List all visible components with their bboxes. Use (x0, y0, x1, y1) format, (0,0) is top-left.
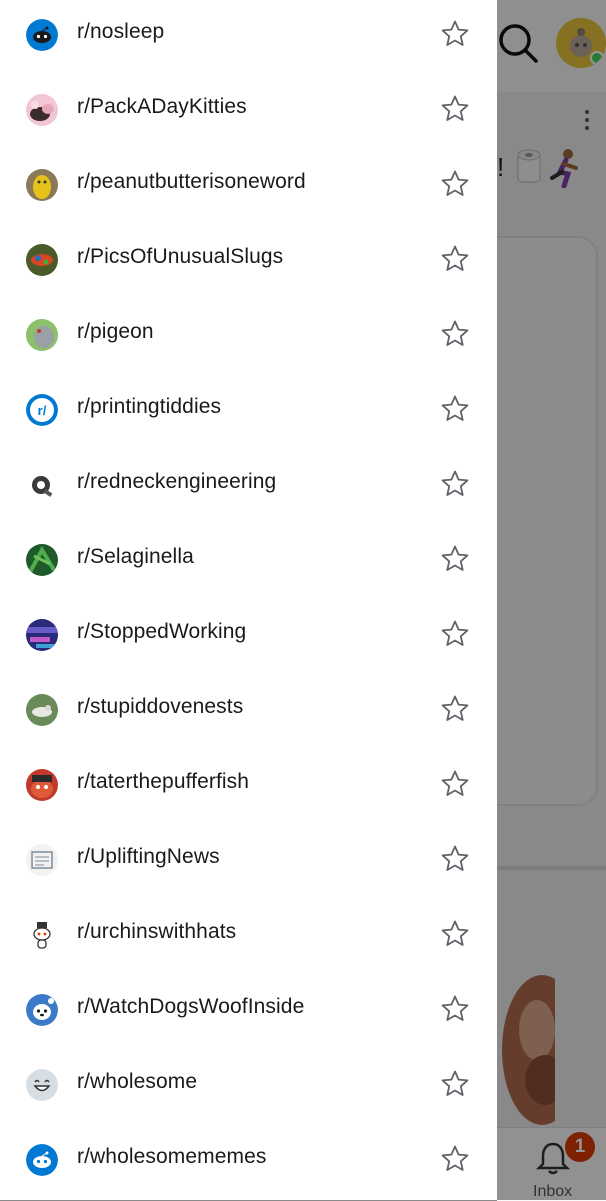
reddit-snoo-dark-icon (26, 19, 58, 51)
community-row-upliftingnews[interactable]: r/UpliftingNews (0, 825, 497, 900)
peanut-character-icon (26, 169, 58, 201)
reddit-snoo-blue-icon (26, 1144, 58, 1176)
pigeon-photo-icon (26, 319, 58, 351)
favorite-star-icon[interactable] (440, 994, 470, 1024)
slug-photo-icon (26, 244, 58, 276)
favorite-star-icon[interactable] (440, 394, 470, 424)
kitten-photo-icon (26, 94, 58, 126)
community-row-stoppedworking[interactable]: r/StoppedWorking (0, 600, 497, 675)
favorite-star-icon[interactable] (440, 844, 470, 874)
community-row-printingtiddies[interactable]: r/ r/printingtiddies (0, 375, 497, 450)
community-row-packadaykitties[interactable]: r/PackADayKitties (0, 75, 497, 150)
community-name: r/printingtiddies (77, 395, 222, 418)
favorite-star-icon[interactable] (440, 769, 470, 799)
favorite-star-icon[interactable] (440, 19, 470, 49)
pufferfish-photo-icon (26, 769, 58, 801)
community-row-watchdogswoofinside[interactable]: r/WatchDogsWoofInside (0, 975, 497, 1050)
favorite-star-icon[interactable] (440, 619, 470, 649)
community-name: r/redneckengineering (77, 470, 277, 493)
snoo-with-hat-icon (26, 919, 58, 951)
communities-drawer: r/nosleep r/PackADayKitties r/peanutbutt… (0, 0, 497, 1200)
favorite-star-icon[interactable] (440, 1144, 470, 1174)
glitch-photo-icon (26, 619, 58, 651)
smiley-face-icon (26, 1069, 58, 1101)
dove-nest-photo-icon (26, 694, 58, 726)
community-row-selaginella[interactable]: r/Selaginella (0, 525, 497, 600)
fern-photo-icon (26, 544, 58, 576)
community-name: r/nosleep (77, 20, 165, 43)
newspaper-sketch-icon (26, 844, 58, 876)
community-name: r/PicsOfUnusualSlugs (77, 245, 284, 268)
community-name: r/urchinswithhats (77, 920, 237, 943)
community-row-nosleep[interactable]: r/nosleep (0, 0, 497, 75)
community-row-redneckengineering[interactable]: r/redneckengineering (0, 450, 497, 525)
favorite-star-icon[interactable] (440, 1069, 470, 1099)
community-row-wholesomememes[interactable]: r/wholesomememes (0, 1125, 497, 1200)
favorite-star-icon[interactable] (440, 319, 470, 349)
community-row-taterthepufferfish[interactable]: r/taterthepufferfish (0, 750, 497, 825)
community-name: r/UpliftingNews (77, 845, 220, 868)
community-name: r/peanutbutterisoneword (77, 170, 306, 193)
community-row-picsofunusualslugs[interactable]: r/PicsOfUnusualSlugs (0, 225, 497, 300)
community-name: r/PackADayKitties (77, 95, 247, 118)
dog-snoo-icon (26, 994, 58, 1026)
community-name: r/Selaginella (77, 545, 194, 568)
community-name: r/WatchDogsWoofInside (77, 995, 305, 1018)
favorite-star-icon[interactable] (440, 469, 470, 499)
default-subreddit-icon: r/ (26, 394, 58, 426)
community-name: r/StoppedWorking (77, 620, 247, 643)
community-name: r/stupiddovenests (77, 695, 244, 718)
favorite-star-icon[interactable] (440, 544, 470, 574)
community-name: r/wholesomememes (77, 1145, 267, 1168)
favorite-star-icon[interactable] (440, 244, 470, 274)
community-row-urchinswithhats[interactable]: r/urchinswithhats (0, 900, 497, 975)
community-row-stupiddovenests[interactable]: r/stupiddovenests (0, 675, 497, 750)
community-row-peanutbutterisoneword[interactable]: r/peanutbutterisoneword (0, 150, 497, 225)
favorite-star-icon[interactable] (440, 169, 470, 199)
community-name: r/wholesome (77, 1070, 198, 1093)
community-row-wholesome[interactable]: r/wholesome (0, 1050, 497, 1125)
community-name: r/pigeon (77, 320, 154, 343)
favorite-star-icon[interactable] (440, 694, 470, 724)
community-name: r/taterthepufferfish (77, 770, 250, 793)
community-row-pigeon[interactable]: r/pigeon (0, 300, 497, 375)
favorite-star-icon[interactable] (440, 94, 470, 124)
svg-text:r/: r/ (38, 403, 47, 418)
favorite-star-icon[interactable] (440, 919, 470, 949)
duct-tape-icon (26, 469, 58, 501)
